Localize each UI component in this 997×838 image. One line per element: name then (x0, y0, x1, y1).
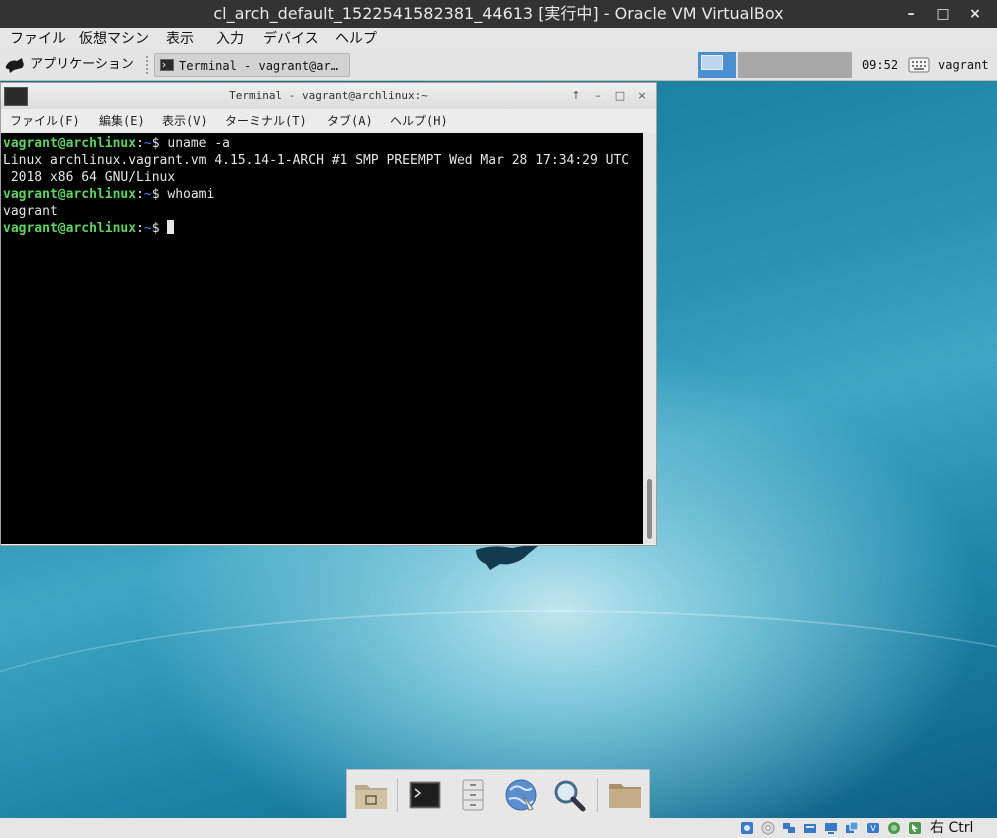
panel-separator (146, 56, 150, 74)
terminal-menu-terminal[interactable]: ターミナル(T) (225, 109, 307, 133)
terminal-output-line: vagrant (3, 204, 58, 219)
terminal-small-icon (160, 59, 174, 71)
scrollbar-thumb[interactable] (647, 479, 652, 539)
vbox-statusbar: V 右 Ctrl (0, 818, 997, 838)
shared-folders-icon[interactable] (824, 821, 838, 835)
terminal-menu-help[interactable]: ヘルプ(H) (390, 109, 448, 133)
xfce-dock (346, 769, 650, 818)
home-folder-icon[interactable] (351, 775, 391, 815)
vbox-menubar: ファイル 仮想マシン 表示 入力 デバイス ヘルプ (0, 28, 997, 50)
applications-menu-button[interactable]: アプリケーション (4, 53, 134, 77)
host-key-label[interactable]: 右 Ctrl (930, 818, 973, 838)
usb-icon[interactable] (803, 821, 817, 835)
prompt-dir: ~ (143, 187, 152, 202)
terminal-scrollbar[interactable] (643, 133, 656, 544)
terminal-menu-view[interactable]: 表示(V) (162, 109, 208, 133)
web-browser-icon[interactable] (501, 775, 541, 815)
dock-separator (597, 778, 598, 812)
terminal-line: vagrant@archlinux:~$ uname -a (3, 136, 230, 151)
vbox-close-button[interactable]: × (964, 4, 986, 24)
terminal-menu-tabs[interactable]: タブ(A) (327, 109, 373, 133)
terminal-window: Terminal - vagrant@archlinux:~ ↑ – □ × フ… (0, 82, 657, 546)
hard-disk-icon[interactable] (740, 821, 754, 835)
display-icon[interactable] (845, 821, 859, 835)
terminal-menu-file[interactable]: ファイル(F) (10, 109, 80, 133)
workspace-3[interactable] (776, 52, 816, 78)
prompt-user: vagrant@archlinux (3, 187, 137, 202)
terminal-titlebar[interactable]: Terminal - vagrant@archlinux:~ ↑ – □ × (1, 83, 656, 109)
workspace-4[interactable] (814, 52, 854, 78)
terminal-maximize-button[interactable]: □ (612, 88, 628, 104)
wallpaper-mouse-logo-icon (476, 545, 538, 570)
cpu-activity-icon[interactable] (887, 821, 901, 835)
terminal-menu-edit[interactable]: 編集(E) (99, 109, 145, 133)
terminal-icon[interactable] (405, 775, 445, 815)
video-capture-icon[interactable]: V (866, 821, 880, 835)
vbox-menu-view[interactable]: 表示 (166, 28, 194, 50)
workspace-1[interactable] (698, 52, 738, 78)
panel-clock[interactable]: 09:52 (858, 50, 902, 80)
vbox-maximize-button[interactable]: □ (932, 4, 954, 24)
vbox-menu-file[interactable]: ファイル (10, 28, 66, 50)
prompt-dir: ~ (143, 136, 152, 151)
optical-drive-icon[interactable] (761, 821, 775, 835)
terminal-line: vagrant@archlinux:~$ whoami (3, 187, 215, 202)
xfce-mouse-icon (5, 57, 24, 73)
vbox-window-title: cl_arch_default_1522541582381_44613 [実行中… (213, 4, 784, 23)
svg-text:V: V (870, 824, 876, 833)
taskbar-item-label: Terminal - vagrant@ar… (179, 59, 338, 73)
panel-user-label[interactable]: vagrant (938, 50, 989, 80)
xfce-top-panel: アプリケーション Terminal - vagrant@ar… 09:52 va… (0, 50, 997, 81)
prompt-user: vagrant@archlinux (3, 221, 137, 236)
terminal-shade-button[interactable]: ↑ (568, 88, 584, 104)
text-cursor (167, 220, 175, 234)
terminal-screen[interactable]: vagrant@archlinux:~$ uname -a Linux arch… (1, 133, 643, 544)
workspace-window-thumb (701, 55, 723, 70)
terminal-minimize-button[interactable]: – (590, 88, 606, 104)
prompt-user: vagrant@archlinux (3, 136, 137, 151)
dock-separator (397, 778, 398, 812)
vbox-menu-help[interactable]: ヘルプ (335, 28, 377, 50)
file-cabinet-icon[interactable] (453, 775, 493, 815)
network-icon[interactable] (782, 821, 796, 835)
vbox-menu-machine[interactable]: 仮想マシン (79, 28, 149, 50)
terminal-output-line: 2018 x86 64 GNU/Linux (3, 170, 176, 185)
vbox-minimize-button[interactable]: – (900, 4, 922, 24)
prompt-dir: ~ (143, 221, 152, 236)
terminal-current-prompt: vagrant@archlinux:~$ (3, 220, 175, 237)
workspace-2[interactable] (738, 52, 778, 78)
search-icon[interactable] (549, 775, 589, 815)
keyboard-icon[interactable] (906, 53, 932, 77)
command-text: uname -a (167, 136, 230, 151)
vbox-menu-devices[interactable]: デバイス (263, 28, 319, 50)
terminal-window-title: Terminal - vagrant@archlinux:~ (229, 89, 428, 102)
terminal-output-line: Linux archlinux.vagrant.vm 4.15.14-1-ARC… (3, 153, 630, 168)
vbox-titlebar: cl_arch_default_1522541582381_44613 [実行中… (0, 0, 997, 28)
mouse-integration-icon[interactable] (908, 821, 922, 835)
terminal-close-button[interactable]: × (634, 88, 650, 104)
terminal-menubar: ファイル(F) 編集(E) 表示(V) ターミナル(T) タブ(A) ヘルプ(H… (1, 109, 656, 133)
vbox-menu-input[interactable]: 入力 (216, 28, 244, 50)
applications-menu-label: アプリケーション (30, 57, 134, 72)
command-text: whoami (167, 187, 215, 202)
folder-icon[interactable] (605, 775, 645, 815)
taskbar-item-terminal[interactable]: Terminal - vagrant@ar… (154, 53, 350, 77)
guest-desktop: アプリケーション Terminal - vagrant@ar… 09:52 va… (0, 50, 997, 818)
